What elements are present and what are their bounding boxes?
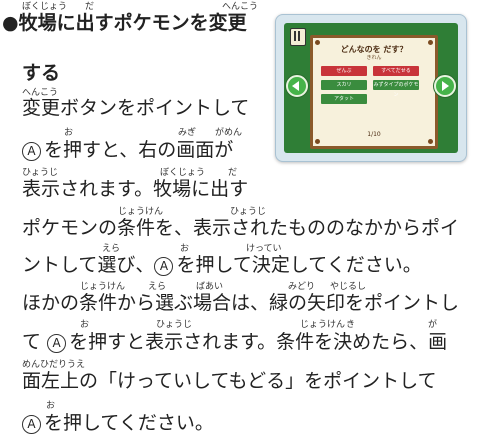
- a-button-icon: A: [22, 415, 41, 434]
- ruby: けってい: [246, 244, 282, 254]
- ruby: お: [64, 128, 74, 138]
- ruby-henkou: へんこう: [222, 2, 259, 12]
- ruby: が: [428, 320, 438, 330]
- a-button-icon: A: [47, 334, 67, 353]
- ruby: ひょうじ: [156, 320, 193, 330]
- ruby: えら: [148, 282, 167, 292]
- ruby: お: [46, 401, 56, 411]
- section-heading: ●牧場に出すポケモンを変更: [2, 12, 247, 34]
- game-screenshot: どんなのを だす？ きれん ぜんぶ すべてだせる スカリ みずタイプのポケモン …: [275, 14, 467, 162]
- a-button-icon: A: [22, 142, 41, 161]
- body-line: ほかの条件から選ぶ場合は、緑の矢印をポイントし: [22, 292, 460, 314]
- ruby: お: [180, 244, 190, 254]
- body-line-text: を押してください。: [44, 412, 214, 434]
- body-line: 面左上の「けっていしてもどる」をポイントして: [22, 370, 437, 392]
- bullet-icon: ●: [2, 12, 19, 34]
- ruby: えら: [102, 244, 121, 254]
- pin-icon: [428, 139, 433, 144]
- option-button[interactable]: スカリ: [321, 80, 367, 90]
- decide-and-back-icon[interactable]: [290, 28, 306, 46]
- body-line-text: を押すと、右の画面が: [44, 139, 234, 161]
- ruby: めんひだりうえ: [22, 360, 86, 370]
- left-arrow-icon[interactable]: [286, 75, 308, 97]
- ruby: き: [346, 320, 356, 330]
- ruby: みぎ: [178, 128, 197, 138]
- ruby: やじるし: [330, 282, 367, 292]
- ruby-da: だ: [85, 2, 95, 12]
- ruby: だ: [228, 168, 238, 178]
- body-line-text: て: [22, 331, 42, 353]
- body-line: ポケモンの条件を、表示されたもののなかからポイ: [22, 217, 460, 239]
- body-line: 変更ボタンをポイントして: [22, 97, 250, 119]
- ruby: ひょうじ: [22, 168, 59, 178]
- ruby: ばあい: [196, 282, 224, 292]
- ruby: ひょうじ: [230, 207, 267, 217]
- pin-icon: [315, 139, 320, 144]
- ruby: じょうけん: [118, 207, 164, 217]
- body-line-text: を押して決定してください。: [176, 254, 422, 276]
- body-line: て A を押すと表示されます。条件を決めたら、画: [22, 331, 447, 353]
- body-line: A を押してください。: [22, 412, 214, 434]
- ruby: ぼくじょう: [160, 168, 206, 178]
- ruby: じょうけん: [300, 320, 346, 330]
- option-button[interactable]: ぜんぶ: [321, 66, 367, 76]
- board-question-ruby: きれん: [366, 55, 382, 61]
- body-line: A を押すと、右の画面が: [22, 139, 233, 161]
- a-button-icon: A: [154, 257, 174, 276]
- ruby: じょうけん: [80, 282, 126, 292]
- option-button[interactable]: すべてだせる: [373, 66, 419, 76]
- ruby: お: [80, 320, 90, 330]
- ruby: みどり: [288, 282, 316, 292]
- body-line-text: ントして選び、: [22, 254, 155, 276]
- ruby-bokujou: ぼくじょう: [22, 2, 68, 12]
- right-arrow-icon[interactable]: [434, 75, 456, 97]
- heading-line2: する: [22, 62, 61, 84]
- selection-board: どんなのを だす？ きれん ぜんぶ すべてだせる スカリ みずタイプのポケモン …: [310, 35, 438, 149]
- option-button[interactable]: アタット: [321, 94, 367, 104]
- heading-line1: 牧場に出すポケモンを変更: [18, 12, 247, 34]
- option-button[interactable]: みずタイプのポケモン: [373, 80, 419, 98]
- body-line-text: を押すと表示されます。条件を決めたら、画: [69, 331, 448, 353]
- ruby: がめん: [215, 128, 243, 138]
- page-indicator: 1/10: [367, 131, 381, 138]
- body-line: 表示されます。牧場に出す: [22, 178, 249, 200]
- body-line: ントして選び、 A を押して決定してください。: [22, 254, 422, 276]
- game-screen: どんなのを だす？ きれん ぜんぶ すべてだせる スカリ みずタイプのポケモン …: [284, 23, 458, 153]
